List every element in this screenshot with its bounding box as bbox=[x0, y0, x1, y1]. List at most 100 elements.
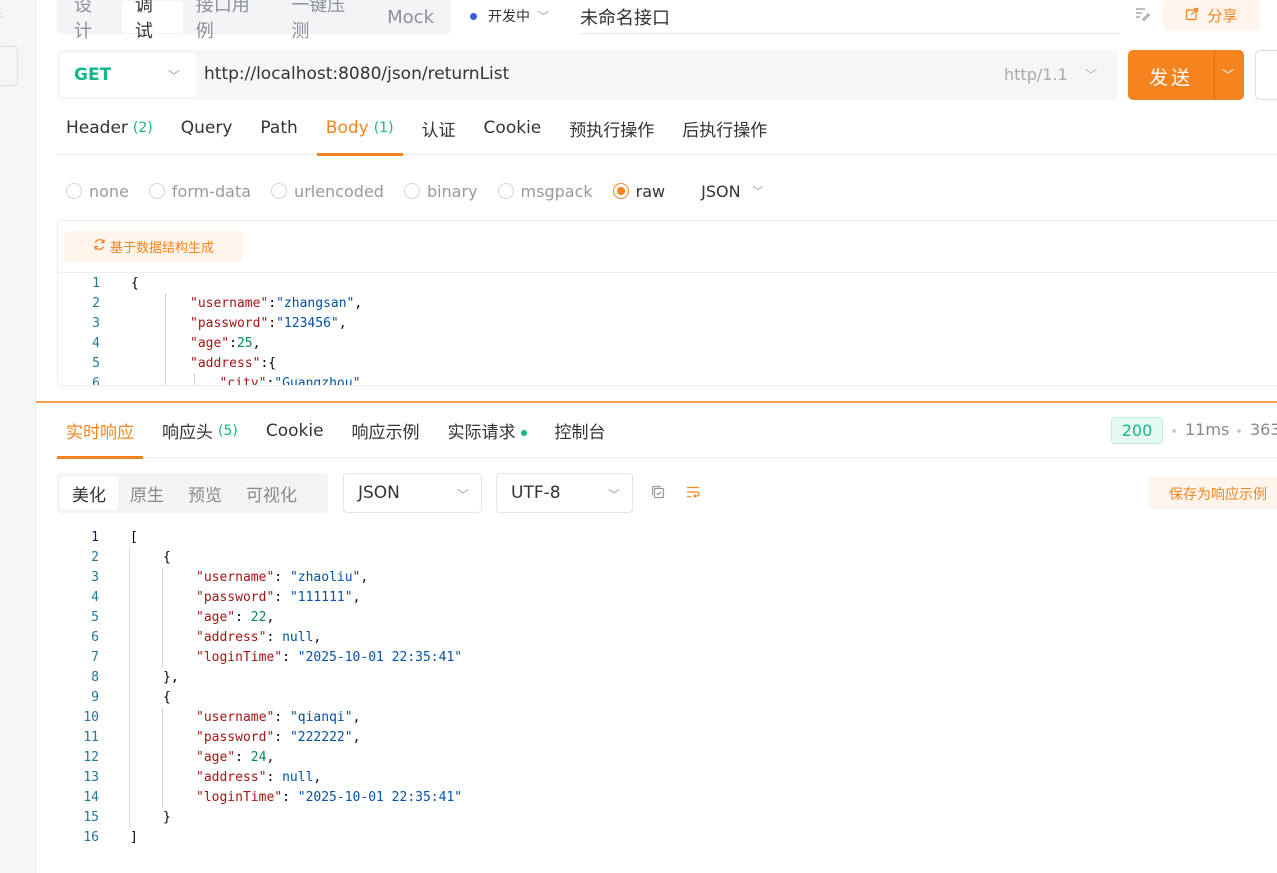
indent-guide bbox=[194, 373, 195, 385]
raw-language-select[interactable]: JSON ﹀ bbox=[701, 182, 763, 201]
code-text: { bbox=[163, 548, 171, 568]
send-button[interactable]: 发送 ﹀ bbox=[1128, 50, 1244, 100]
radio-binary[interactable]: binary bbox=[403, 181, 478, 201]
code-token: : bbox=[274, 590, 290, 605]
environment-selector[interactable]: 开发中 ﹀ bbox=[470, 0, 549, 32]
code-line: 11 "password": "222222", bbox=[57, 728, 1277, 748]
url-input[interactable]: http://localhost:8080/json/returnList bbox=[204, 64, 509, 84]
code-line: 2{ bbox=[57, 548, 1277, 568]
save-as-example-button[interactable]: 保存为响应示例 bbox=[1148, 477, 1277, 509]
radio-circle bbox=[612, 183, 629, 199]
code-line: 1{ bbox=[58, 274, 1277, 294]
radio-form-data[interactable]: form-data bbox=[148, 182, 251, 201]
tab-label: 控制台 bbox=[554, 423, 606, 443]
tab-cookie[interactable]: Cookie bbox=[475, 102, 551, 154]
indent-guide bbox=[165, 293, 166, 385]
code-text: "loginTime": "2025-10-01 22:35:41" bbox=[196, 648, 462, 668]
tab-pre-script[interactable]: 预执行操作 bbox=[560, 102, 663, 154]
tab-auth[interactable]: 认证 bbox=[413, 102, 465, 154]
share-button[interactable]: 分享 bbox=[1163, 0, 1260, 31]
radio-label: binary bbox=[426, 181, 478, 201]
line-number: 1 bbox=[91, 530, 99, 545]
tab-count-badge: (2) bbox=[132, 120, 153, 136]
radio-raw[interactable]: raw bbox=[612, 181, 666, 201]
sidebar-toggle[interactable] bbox=[0, 46, 18, 86]
code-token: "username" bbox=[196, 710, 275, 725]
code-token: , bbox=[266, 750, 275, 765]
tab-pretty[interactable]: 美化 bbox=[60, 476, 118, 510]
chevron-down-icon: ﹀ bbox=[167, 69, 180, 83]
radio-msgpack[interactable]: msgpack bbox=[497, 182, 593, 201]
radio-none[interactable]: none bbox=[66, 182, 129, 201]
code-token: "password" bbox=[196, 590, 275, 605]
code-token: "password" bbox=[190, 316, 269, 331]
code-token: "username" bbox=[190, 296, 269, 311]
code-text: "address": null, bbox=[196, 628, 321, 648]
response-format-select[interactable]: JSON ﹀ bbox=[343, 473, 482, 513]
tab-response-cookie[interactable]: Cookie bbox=[257, 404, 333, 457]
extra-action-button[interactable] bbox=[1255, 50, 1277, 100]
tab-query[interactable]: Query bbox=[172, 102, 242, 154]
edit-list-icon[interactable] bbox=[1134, 6, 1152, 24]
code-token: ] bbox=[130, 830, 138, 845]
code-line: 15} bbox=[57, 808, 1277, 828]
code-token: "222222" bbox=[289, 730, 353, 745]
code-text: "username":"zhangsan", bbox=[190, 294, 362, 314]
code-token: "age" bbox=[196, 610, 236, 625]
tab-post-script[interactable]: 后执行操作 bbox=[673, 102, 776, 154]
request-body-editor[interactable]: 1{2 "username":"zhangsan", 3 "password":"12… bbox=[58, 272, 1277, 385]
encoding-select[interactable]: UTF-8 ﹀ bbox=[496, 473, 633, 513]
panel-splitter[interactable] bbox=[36, 401, 1277, 403]
tab-raw[interactable]: 原生 bbox=[118, 476, 176, 510]
radio-label: raw bbox=[635, 181, 666, 201]
tab-label: 响应头 bbox=[162, 423, 213, 443]
code-text: { bbox=[163, 688, 171, 708]
code-token: , bbox=[313, 770, 322, 785]
tab-api-cases[interactable]: 接口用例 bbox=[183, 0, 279, 42]
generate-from-schema-button[interactable]: 基于数据结构生成 bbox=[64, 231, 243, 262]
tab-visualize[interactable]: 可视化 bbox=[234, 476, 309, 510]
indent-guide bbox=[129, 548, 130, 828]
code-token: , bbox=[354, 296, 363, 311]
tab-preview[interactable]: 预览 bbox=[176, 476, 234, 510]
tab-load-test[interactable]: 一键压测 bbox=[278, 0, 374, 42]
tab-body[interactable]: Body (1) bbox=[316, 102, 403, 156]
code-text: "address": null, bbox=[196, 768, 321, 788]
tab-debug[interactable]: 调试 bbox=[121, 0, 183, 42]
wrap-lines-icon[interactable] bbox=[684, 484, 702, 502]
code-token: "address" bbox=[196, 770, 267, 785]
tab-design[interactable]: 设计 bbox=[61, 0, 122, 42]
radio-circle bbox=[497, 183, 514, 199]
radio-urlencoded[interactable]: urlencoded bbox=[271, 182, 384, 201]
send-options-chevron-icon[interactable]: ﹀ bbox=[1222, 66, 1234, 83]
select-value: JSON bbox=[358, 483, 400, 503]
tab-header[interactable]: Header (2) bbox=[57, 102, 162, 154]
tab-count-badge: (1) bbox=[373, 120, 394, 136]
method-select[interactable]: GET ﹀ bbox=[60, 53, 196, 97]
tab-live-response[interactable]: 实时响应 bbox=[57, 404, 143, 459]
code-text: "username": "zhaoliu", bbox=[196, 568, 368, 588]
tab-mock[interactable]: Mock bbox=[374, 1, 447, 33]
tab-response-example[interactable]: 响应示例 bbox=[343, 404, 429, 457]
api-name-input[interactable]: 未命名接口 bbox=[580, 0, 1120, 34]
tab-label: Cookie bbox=[483, 118, 542, 138]
protocol-select[interactable]: http/1.1 bbox=[1004, 65, 1068, 84]
code-line: 7 "loginTime": "2025-10-01 22:35:41" bbox=[57, 648, 1277, 668]
tab-path[interactable]: Path bbox=[251, 102, 306, 154]
tab-response-headers[interactable]: 响应头 (5) bbox=[153, 404, 247, 457]
response-body-viewer[interactable]: 1[2{3 "username": "zhaoliu", 4 "password": … bbox=[57, 528, 1277, 868]
tab-actual-request[interactable]: 实际请求 bbox=[439, 404, 536, 457]
tab-console[interactable]: 控制台 bbox=[546, 404, 615, 457]
code-text: [ bbox=[130, 528, 138, 548]
environment-label: 开发中 bbox=[488, 9, 530, 25]
code-token: : bbox=[268, 296, 277, 311]
tab-label: Body bbox=[325, 118, 369, 138]
code-token: , bbox=[252, 336, 261, 351]
code-token: , bbox=[360, 570, 369, 585]
send-split-divider bbox=[1214, 50, 1215, 100]
code-token: : bbox=[229, 336, 237, 351]
copy-icon[interactable] bbox=[649, 484, 667, 502]
collapse-handle-icon[interactable]: : bbox=[0, 10, 6, 20]
radio-label: urlencoded bbox=[294, 181, 384, 201]
share-icon bbox=[1185, 7, 1199, 25]
